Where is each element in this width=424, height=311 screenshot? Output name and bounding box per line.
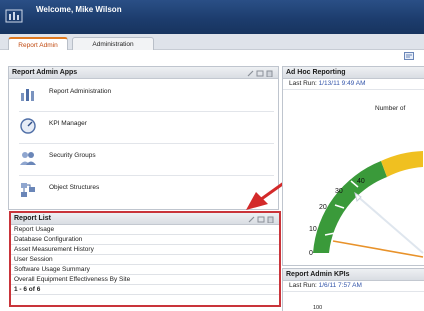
app-item-label: KPI Manager <box>49 120 87 127</box>
gauge-chart: 0 10 20 30 40 <box>309 151 424 258</box>
ad-hoc-reporting-panel: Ad Hoc Reporting Last Run: 1/13/11 9:49 … <box>282 66 424 266</box>
welcome-text: Welcome, Mike Wilson <box>36 5 122 14</box>
security-groups-icon <box>20 152 36 165</box>
app-item-label: Object Structures <box>49 184 100 191</box>
panel-controls-icon[interactable] <box>246 69 274 77</box>
report-row[interactable]: Overall Equipment Effectiveness By Site <box>11 275 279 285</box>
personalize-icon[interactable] <box>404 52 414 60</box>
report-list-panel: Report List Report Usage Database Config… <box>9 211 281 307</box>
gauge-tick-label: 20 <box>319 204 327 211</box>
kpi-manager-icon <box>20 118 36 134</box>
panel-header: Ad Hoc Reporting <box>283 67 424 79</box>
app-logo-icon <box>5 9 23 23</box>
last-run: Last Run: 1/6/11 7:57 AM <box>283 281 424 292</box>
gauge-tick-label: 30 <box>335 188 343 195</box>
app-header: Welcome, Mike Wilson <box>0 0 424 34</box>
panel-header: Report Admin Apps <box>9 67 278 79</box>
divider <box>19 143 274 144</box>
panel-title: Report Admin KPIs <box>286 271 350 278</box>
report-row[interactable]: User Session <box>11 255 279 265</box>
panel-title: Report Admin Apps <box>12 69 78 76</box>
gauge-yellow-band <box>381 151 423 177</box>
panel-title: Ad Hoc Reporting <box>286 69 346 76</box>
report-row[interactable]: Report Usage <box>11 225 279 235</box>
app-item-report-administration[interactable]: Report Administration <box>19 83 249 105</box>
app-item-kpi-manager[interactable]: KPI Manager <box>19 115 249 137</box>
tab-administration[interactable]: Administration <box>72 37 154 50</box>
app-item-label: Security Groups <box>49 152 96 159</box>
object-structures-icon <box>21 183 35 197</box>
pagination-count: 1 - 6 of 6 <box>11 285 279 295</box>
panel-controls-icon[interactable] <box>247 215 275 223</box>
panel-header: Report List <box>11 213 279 225</box>
last-run: Last Run: 1/13/11 9:49 AM <box>283 79 424 90</box>
last-run-label: Last Run: <box>289 80 317 87</box>
gauge-title: Number of <box>375 105 406 112</box>
panel-header: Report Admin KPIs <box>283 269 424 281</box>
gauge-tick-label: 0 <box>309 250 313 257</box>
report-row[interactable]: Database Configuration <box>11 235 279 245</box>
last-run-value[interactable]: 1/6/11 7:57 AM <box>319 282 362 289</box>
app-item-object-structures[interactable]: Object Structures <box>19 179 249 201</box>
last-run-value[interactable]: 1/13/11 9:49 AM <box>319 80 366 87</box>
gauge-needle <box>355 194 424 254</box>
tab-report-admin[interactable]: Report Admin <box>8 37 68 50</box>
report-admin-icon <box>21 89 34 101</box>
divider <box>19 111 274 112</box>
report-admin-kpis-panel: Report Admin KPIs Last Run: 1/6/11 7:57 … <box>282 268 424 311</box>
panel-title: Report List <box>14 215 51 222</box>
report-row[interactable]: Asset Measurement History <box>11 245 279 255</box>
kpi-axis-value: 100 <box>313 305 323 311</box>
last-run-label: Last Run: <box>289 282 317 289</box>
gauge-tick-label: 40 <box>357 178 365 185</box>
report-row[interactable]: Software Usage Summary <box>11 265 279 275</box>
gauge-tick-label: 10 <box>309 226 317 233</box>
gauge-needle-orange <box>332 240 424 258</box>
app-item-label: Report Administration <box>49 88 112 95</box>
tab-bar: Report Admin Administration <box>0 34 424 50</box>
app-item-security-groups[interactable]: Security Groups <box>19 147 249 169</box>
